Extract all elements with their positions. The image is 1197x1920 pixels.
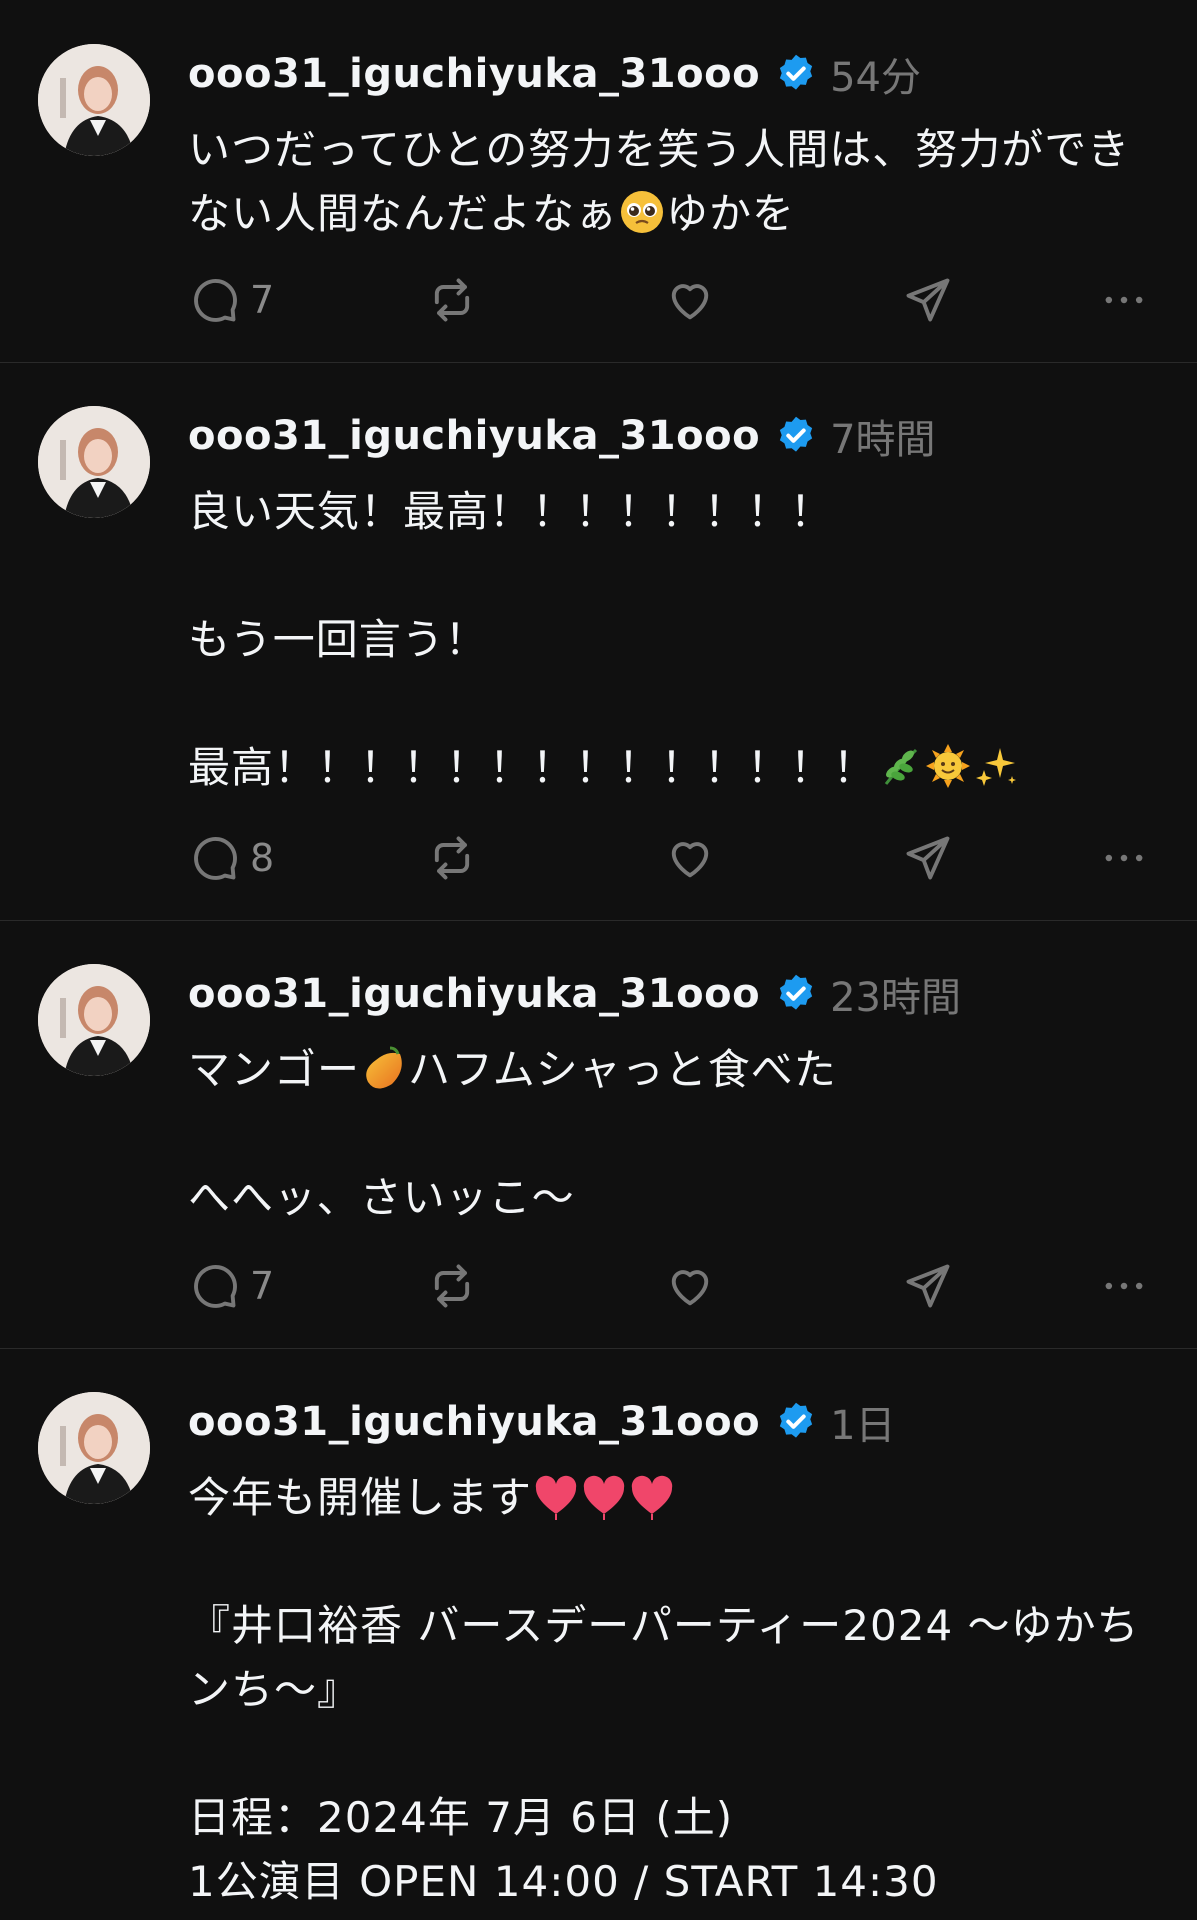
post-line: ハフムシャっと食べた	[408, 1045, 837, 1094]
avatar[interactable]	[38, 44, 150, 156]
post-header: ooo31_iguchiyuka_31ooo 23時間	[188, 964, 961, 1024]
post-time: 7時間	[830, 417, 936, 463]
pleading-face-emoji	[621, 191, 664, 233]
post-line: マンゴー	[188, 1045, 361, 1094]
post[interactable]: ooo31_iguchiyuka_31ooo 7時間 良い天気！最高！！！！！！…	[0, 362, 1197, 921]
post-line: ゆかを	[666, 189, 796, 238]
post-header: ooo31_iguchiyuka_31ooo 1日	[188, 1392, 896, 1452]
post-line: もう一回言う！	[188, 615, 488, 664]
like-button[interactable]	[664, 828, 716, 888]
more-icon	[1105, 1282, 1143, 1290]
more-button[interactable]	[1098, 270, 1150, 330]
avatar[interactable]	[38, 964, 150, 1076]
verified-badge-icon	[779, 54, 813, 90]
username[interactable]: ooo31_iguchiyuka_31ooo	[188, 971, 760, 1017]
username[interactable]: ooo31_iguchiyuka_31ooo	[188, 51, 760, 97]
like-button[interactable]	[664, 1256, 716, 1316]
reply-icon	[194, 836, 237, 880]
post-text: 今年も開催します 『井口裕香 バースデーパーティー2024 〜ゆかち ンち〜』 …	[188, 1466, 1168, 1914]
post-header: ooo31_iguchiyuka_31ooo 7時間	[188, 406, 936, 466]
reply-count: 8	[250, 836, 275, 880]
sun-face-emoji	[926, 744, 971, 788]
reply-button[interactable]: 7	[188, 270, 274, 330]
post-line: ンち〜』	[188, 1665, 361, 1714]
verified-badge-icon	[779, 416, 813, 452]
reply-button[interactable]: 7	[188, 1256, 274, 1316]
post-actions: 7	[188, 270, 1148, 330]
repost-icon	[434, 278, 470, 322]
post-header: ooo31_iguchiyuka_31ooo 54分	[188, 44, 921, 104]
share-icon	[906, 836, 950, 880]
repost-icon	[434, 1264, 470, 1308]
post-line: へへッ、さいッこ〜	[188, 1173, 575, 1222]
share-button[interactable]	[902, 270, 954, 330]
post-actions: 7	[188, 1256, 1148, 1316]
heart-emoji	[583, 1475, 625, 1520]
post-line: ない人間なんだよなぁ	[188, 189, 619, 238]
like-icon	[671, 842, 709, 878]
more-button[interactable]	[1098, 1256, 1150, 1316]
reply-count: 7	[250, 278, 275, 322]
post-line: 今年も開催します	[188, 1473, 533, 1522]
repost-icon	[434, 836, 470, 880]
avatar[interactable]	[38, 406, 150, 518]
post-line: 1公演目 OPEN 14:00 / START 14:30	[188, 1857, 939, 1906]
post-time: 54分	[830, 55, 921, 101]
post-line: 最高！！！！！！！！！！！！！！	[188, 743, 877, 792]
post-line: 『井口裕香 バースデーパーティー2024 〜ゆかち	[188, 1601, 1140, 1650]
post-line: 日程：2024年 7月 6日 (土)	[188, 1793, 734, 1842]
like-icon	[671, 284, 709, 320]
post-actions: 8	[188, 828, 1148, 888]
repost-button[interactable]	[426, 1256, 478, 1316]
username[interactable]: ooo31_iguchiyuka_31ooo	[188, 1399, 760, 1445]
thread-feed: ooo31_iguchiyuka_31ooo 54分 いつだってひとの努力を笑う…	[0, 0, 1197, 1920]
post-text: マンゴー ハフムシャっと食べた へへッ、さいッこ〜	[188, 1038, 1168, 1230]
post-text: 良い天気！最高！！！！！！！！ もう一回言う！ 最高！！！！！！！！！！！！！！	[188, 480, 1168, 800]
avatar[interactable]	[38, 1392, 150, 1504]
share-button[interactable]	[902, 1256, 954, 1316]
heart-emoji	[631, 1475, 673, 1520]
repost-button[interactable]	[426, 828, 478, 888]
heart-emoji	[535, 1475, 577, 1520]
share-button[interactable]	[902, 828, 954, 888]
share-icon	[906, 1264, 950, 1308]
verified-badge-icon	[779, 974, 813, 1010]
herb-emoji	[884, 748, 918, 785]
post[interactable]: ooo31_iguchiyuka_31ooo 1日 今年も開催します 『井口裕香…	[0, 1348, 1197, 1920]
like-button[interactable]	[664, 270, 716, 330]
reply-icon	[194, 278, 237, 322]
more-icon	[1105, 854, 1143, 862]
post-text: いつだってひとの努力を笑う人間は、努力ができ ない人間なんだよなぁ ゆかを	[188, 118, 1168, 246]
sparkles-emoji	[976, 748, 1017, 786]
post-line: いつだってひとの努力を笑う人間は、努力ができ	[188, 125, 1131, 174]
reply-button[interactable]: 8	[188, 828, 274, 888]
post[interactable]: ooo31_iguchiyuka_31ooo 54分 いつだってひとの努力を笑う…	[0, 0, 1197, 363]
like-icon	[671, 1270, 709, 1306]
share-icon	[906, 278, 950, 322]
post[interactable]: ooo31_iguchiyuka_31ooo 23時間 マンゴー ハフムシャっと食…	[0, 920, 1197, 1349]
mango-emoji	[366, 1046, 402, 1089]
verified-badge-icon	[779, 1402, 813, 1438]
post-time: 1日	[830, 1403, 896, 1449]
post-time: 23時間	[830, 975, 961, 1021]
more-button[interactable]	[1098, 828, 1150, 888]
more-icon	[1105, 296, 1143, 304]
post-line: 良い天気！最高！！！！！！！！	[188, 487, 834, 536]
username[interactable]: ooo31_iguchiyuka_31ooo	[188, 413, 760, 459]
reply-count: 7	[250, 1264, 275, 1308]
reply-icon	[194, 1264, 237, 1308]
repost-button[interactable]	[426, 270, 478, 330]
